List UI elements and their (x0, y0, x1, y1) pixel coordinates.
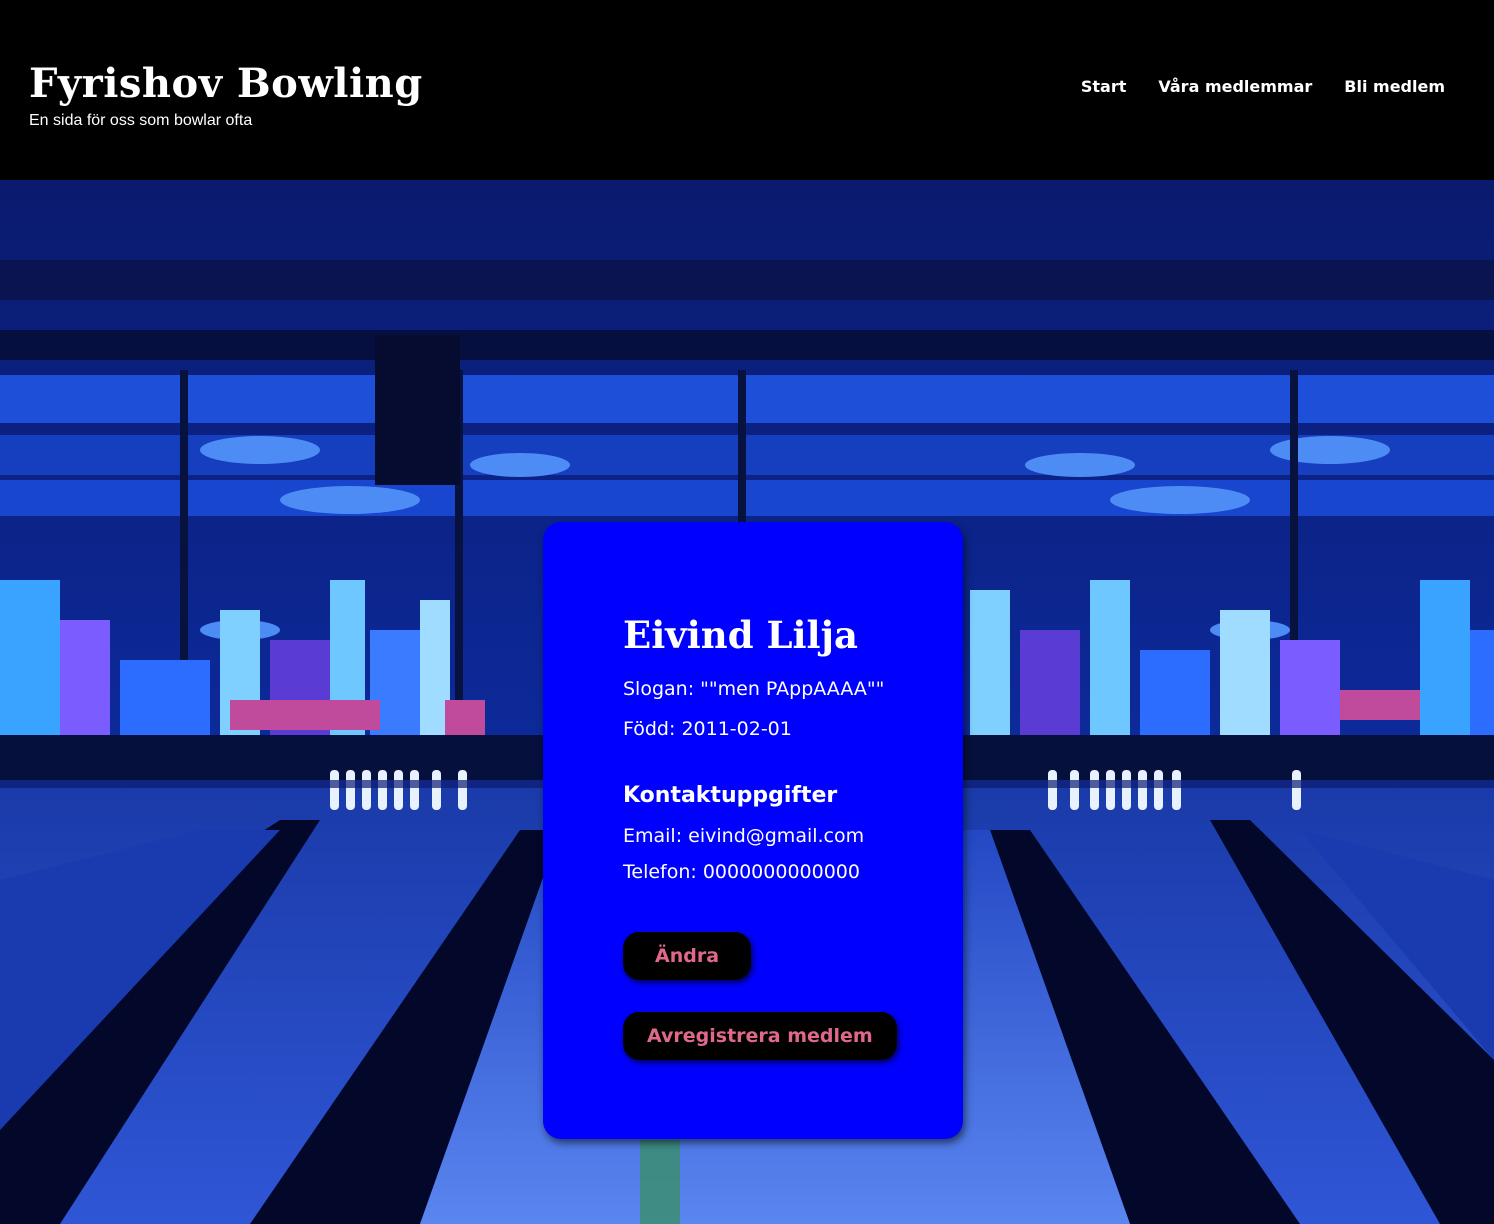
member-slogan: Slogan: ""men PAppAAAA"" (623, 678, 885, 700)
site-tagline: En sida för oss som bowlar ofta (29, 112, 253, 129)
unregister-member-button[interactable]: Avregistrera medlem (623, 1012, 897, 1060)
nav-link-start[interactable]: Start (1081, 76, 1127, 98)
member-card: Eivind Lilja Slogan: ""men PAppAAAA"" Fö… (543, 522, 963, 1139)
member-birthdate: Född: 2011-02-01 (623, 718, 792, 740)
nav-link-members[interactable]: Våra medlemmar (1158, 76, 1312, 98)
member-email: Email: eivind@gmail.com (623, 825, 865, 847)
contact-heading: Kontaktuppgifter (623, 783, 838, 808)
member-phone: Telefon: 0000000000000 (623, 861, 860, 883)
site-title[interactable]: Fyrishov Bowling (29, 58, 423, 110)
edit-button[interactable]: Ändra (623, 932, 752, 980)
site-header: Fyrishov Bowling En sida för oss som bow… (0, 0, 1494, 180)
member-name: Eivind Lilja (623, 613, 858, 657)
main-nav: Start Våra medlemmar Bli medlem (1081, 76, 1445, 98)
nav-link-join[interactable]: Bli medlem (1344, 76, 1445, 98)
